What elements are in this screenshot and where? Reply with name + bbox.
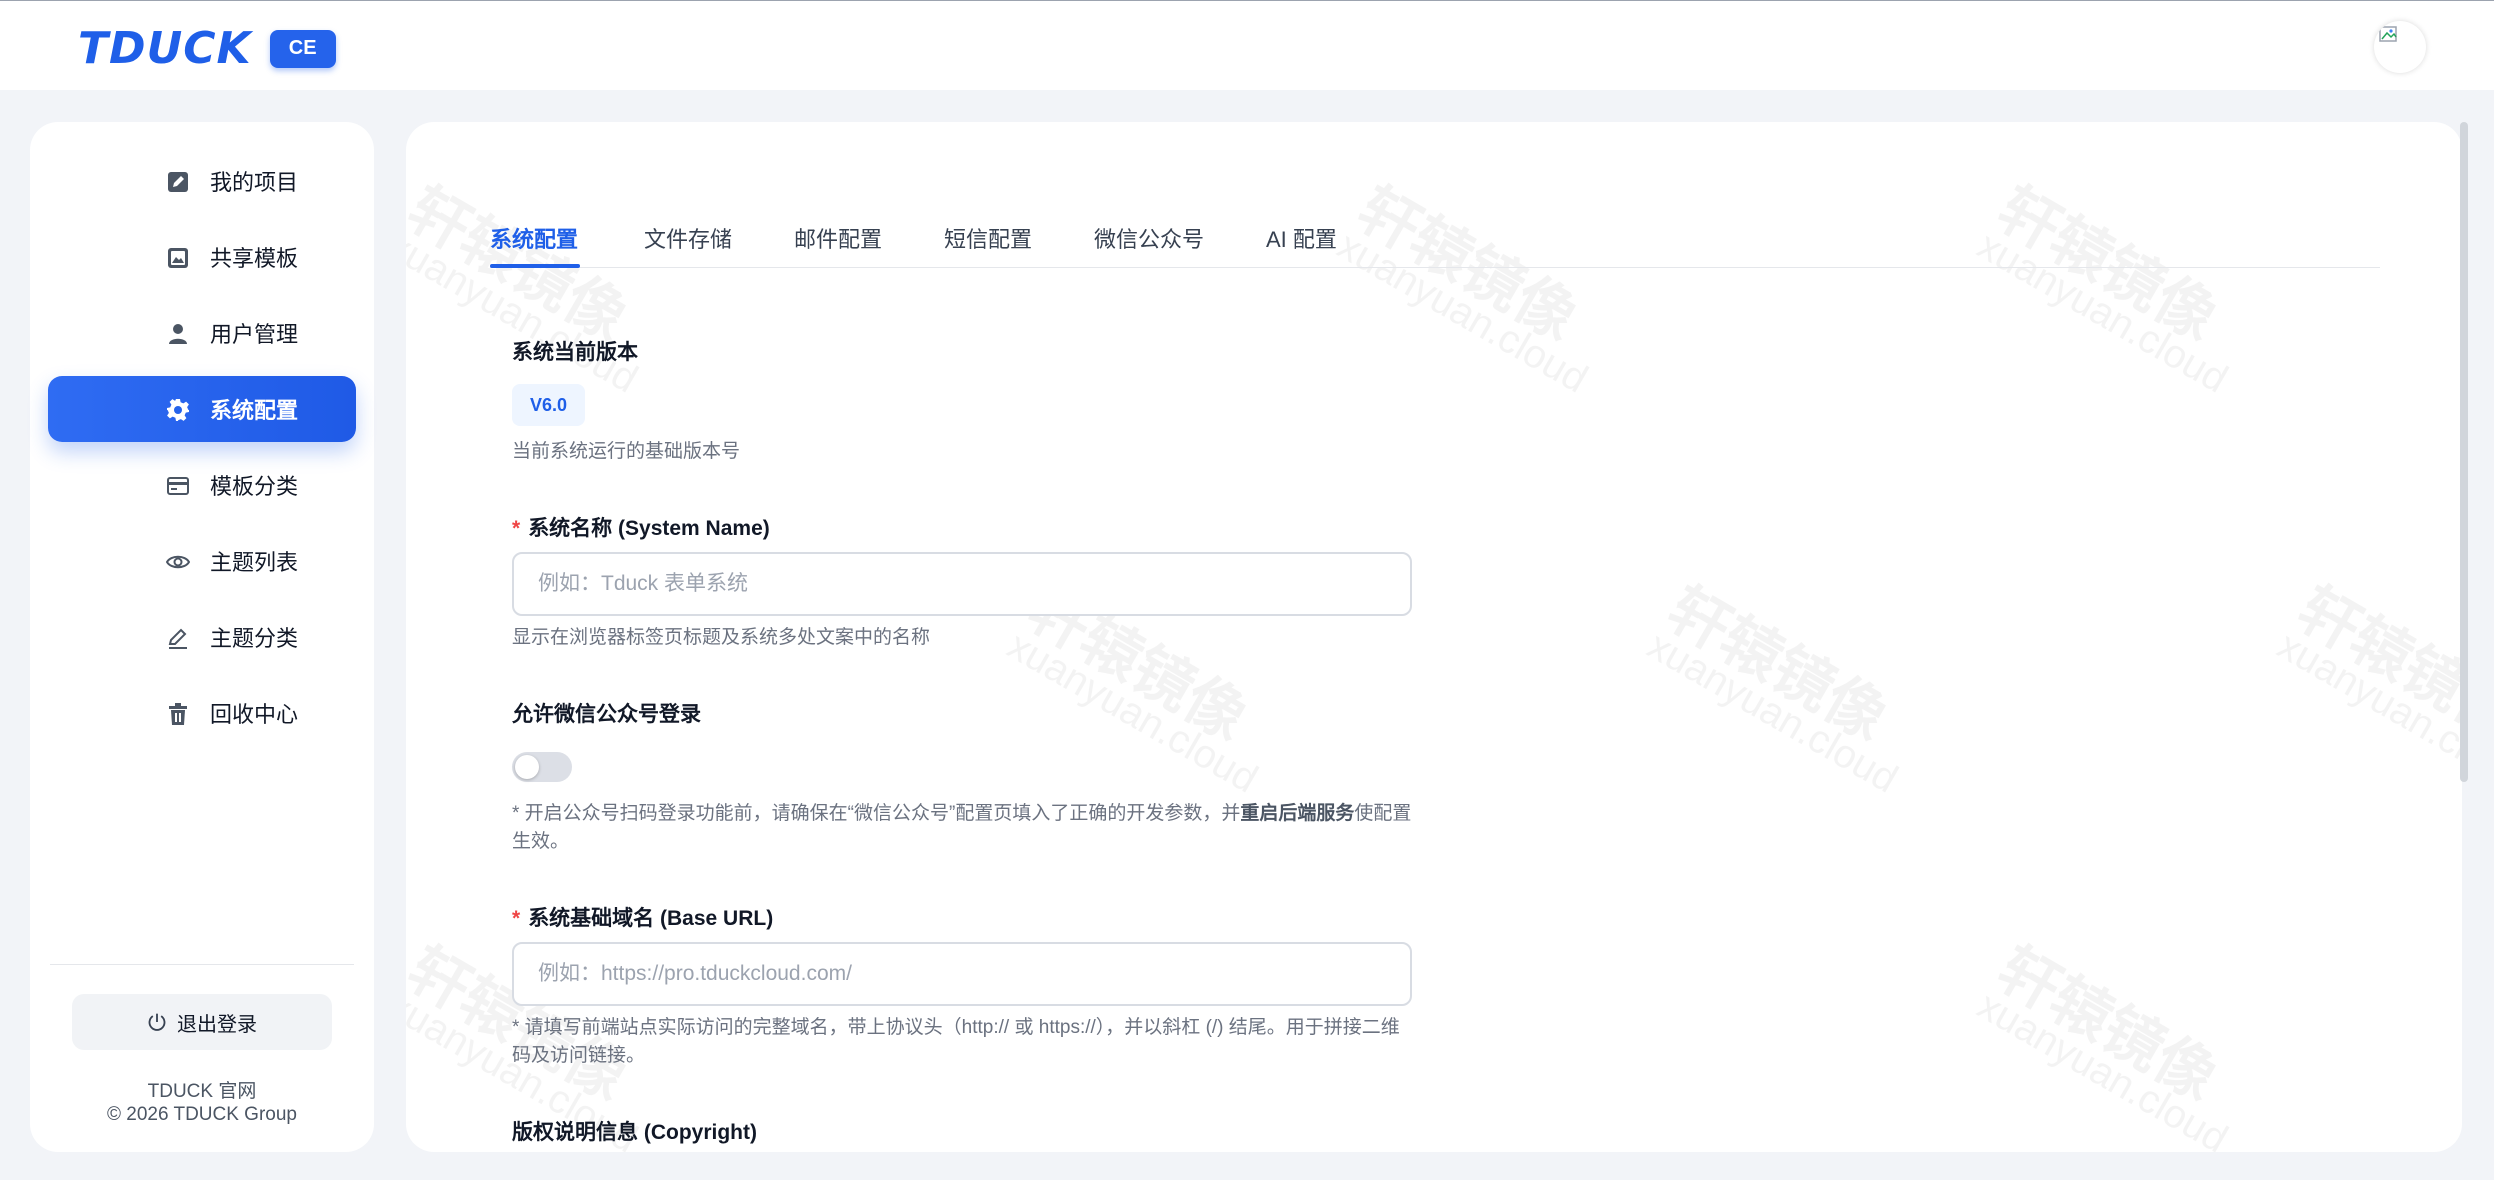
active-tab-indicator bbox=[490, 264, 580, 268]
base-url-label: * 系统基础域名 (Base URL) bbox=[512, 907, 774, 930]
sidebar-item-theme-list[interactable]: 主题列表 bbox=[48, 528, 356, 594]
sidebar-item-shared-templates[interactable]: 共享模板 bbox=[48, 224, 356, 290]
system-name-help: 显示在浏览器标签页标题及系统多处文案中的名称 bbox=[512, 627, 931, 648]
power-icon bbox=[148, 1013, 166, 1031]
system-name-input[interactable] bbox=[512, 552, 1412, 616]
tab-sms-config[interactable]: 短信配置 bbox=[944, 222, 1032, 254]
sidebar-item-label: 主题分类 bbox=[210, 626, 299, 651]
wechat-login-label: 允许微信公众号登录 bbox=[512, 703, 701, 726]
required-mark: * bbox=[512, 517, 521, 540]
image-frame-icon bbox=[168, 248, 188, 268]
sidebar-item-my-projects[interactable]: 我的项目 bbox=[48, 148, 356, 214]
copyright-label: 版权说明信息 (Copyright) bbox=[512, 1121, 757, 1144]
version-tag: V6.0 bbox=[512, 384, 586, 426]
top-bar: TDUCK CE bbox=[0, 0, 2494, 90]
trash-icon bbox=[169, 703, 187, 725]
base-url-input[interactable] bbox=[512, 942, 1412, 1006]
tab-bar: 系统配置 文件存储 邮件配置 短信配置 微信公众号 AI 配置 bbox=[490, 212, 2380, 268]
sidebar-item-system-config[interactable]: 系统配置 bbox=[48, 376, 356, 442]
main-panel: 轩辕镜像 xuanyuan.cloud 轩辕镜像 xuanyuan.cloud 轩辕… bbox=[406, 122, 2462, 1152]
watermark: 轩辕镜像 xuanyuan.cloud bbox=[1640, 574, 1905, 802]
user-icon bbox=[169, 324, 187, 344]
system-name-label: * 系统名称 (System Name) bbox=[512, 517, 770, 540]
version-label: 系统当前版本 bbox=[512, 341, 638, 364]
wechat-login-toggle[interactable] bbox=[512, 752, 572, 782]
tab-ai-config[interactable]: AI 配置 bbox=[1266, 222, 1337, 254]
wechat-login-help: * 开启公众号扫码登录功能前，请确保在“微信公众号”配置页填入了正确的开发参数，… bbox=[512, 803, 1412, 852]
sidebar-item-user-management[interactable]: 用户管理 bbox=[48, 300, 356, 366]
tab-system-config[interactable]: 系统配置 bbox=[490, 222, 578, 254]
tab-file-storage[interactable]: 文件存储 bbox=[644, 222, 732, 254]
sidebar-item-label: 我的项目 bbox=[210, 170, 299, 195]
watermark: 轩辕镜像 xuanyuan.cloud bbox=[2270, 574, 2462, 802]
gear-icon bbox=[167, 399, 189, 421]
card-icon bbox=[167, 477, 189, 495]
broken-image-icon bbox=[2379, 26, 2397, 42]
avatar[interactable] bbox=[2374, 21, 2426, 73]
sidebar-item-label: 共享模板 bbox=[210, 246, 299, 271]
sidebar-item-label: 回收中心 bbox=[210, 702, 299, 727]
base-url-help: * 请填写前端站点实际访问的完整域名，带上协议头（http:// 或 https… bbox=[512, 1017, 1400, 1066]
logout-label: 退出登录 bbox=[177, 1013, 257, 1036]
eye-icon bbox=[166, 555, 190, 569]
sidebar-item-label: 主题列表 bbox=[210, 550, 299, 575]
version-help: 当前系统运行的基础版本号 bbox=[512, 441, 741, 462]
sidebar: 我的项目 共享模板 用户管理 系统配置 模板分类 主题列表 主题分类 回收中心 … bbox=[30, 122, 374, 1152]
pencil-icon bbox=[168, 628, 187, 649]
sidebar-item-label: 模板分类 bbox=[210, 474, 299, 499]
copyright-text: © 2026 TDUCK Group bbox=[106, 1104, 297, 1125]
sidebar-item-template-category[interactable]: 模板分类 bbox=[48, 452, 356, 518]
toggle-knob bbox=[515, 755, 539, 779]
logo[interactable]: TDUCK CE bbox=[78, 23, 336, 74]
required-mark: * bbox=[512, 907, 521, 930]
watermark: 轩辕镜像 xuanyuan.cloud bbox=[1970, 934, 2235, 1152]
tab-mail-config[interactable]: 邮件配置 bbox=[794, 222, 882, 254]
official-site-link[interactable]: TDUCK 官网 bbox=[30, 1076, 374, 1103]
sidebar-item-theme-category[interactable]: 主题分类 bbox=[48, 604, 356, 670]
logo-text: TDUCK bbox=[78, 23, 252, 74]
sidebar-divider bbox=[50, 964, 354, 965]
tab-wechat-official[interactable]: 微信公众号 bbox=[1094, 222, 1204, 254]
edit-icon bbox=[168, 172, 188, 192]
logout-button[interactable]: 退出登录 bbox=[72, 994, 332, 1050]
sidebar-item-label: 用户管理 bbox=[210, 322, 299, 347]
sidebar-item-label: 系统配置 bbox=[210, 398, 299, 423]
sidebar-item-recycle-center[interactable]: 回收中心 bbox=[48, 680, 356, 746]
edition-badge: CE bbox=[269, 29, 336, 68]
main-scrollbar[interactable] bbox=[2460, 122, 2468, 782]
